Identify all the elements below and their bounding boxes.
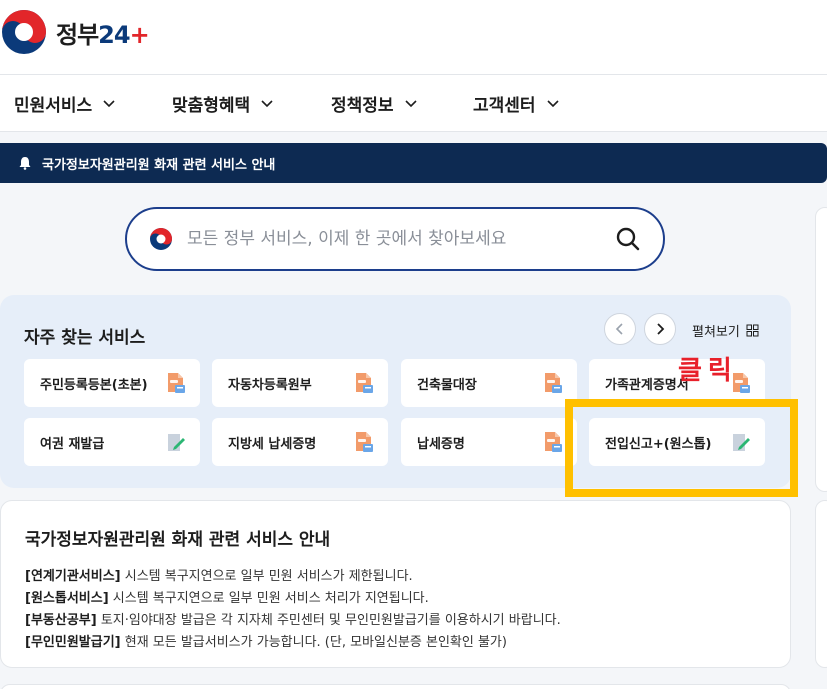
next-button[interactable]	[644, 313, 676, 345]
taegeuk-logo-icon	[2, 10, 46, 54]
notice-text: 현재 모든 발급서비스가 가능합니다. (단, 모바일신분증 본인확인 불가)	[120, 635, 507, 650]
chevron-down-icon	[103, 100, 115, 108]
header: 정부24+	[0, 0, 827, 74]
chevron-down-icon	[546, 100, 559, 108]
section-title: 자주 찾는 서비스	[24, 328, 146, 348]
service-card[interactable]: 건축물대장	[401, 359, 577, 407]
notice-text: 토지·임야대장 발급은 각 지자체 주민센터 및 무인민원발급기를 이용하시기 …	[96, 613, 561, 628]
notice-line: [연계기관서비스] 시스템 복구지연으로 일부 민원 서비스가 제한됩니다.	[25, 566, 766, 588]
expand-label: 펼쳐보기	[692, 325, 740, 340]
notice-bar-text: 국가정보자원관리원 화재 관련 서비스 안내	[42, 157, 276, 173]
pdf-doc-icon	[545, 373, 562, 393]
prev-button[interactable]	[604, 313, 636, 345]
chevron-left-icon	[615, 323, 623, 335]
service-label: 지방세 납세증명	[228, 436, 317, 452]
service-card[interactable]: 여권 재발급	[24, 418, 200, 466]
service-card[interactable]: 납세증명	[401, 418, 577, 466]
nav-item-label: 민원서비스	[14, 95, 93, 116]
nav-item-label: 맞춤형혜택	[172, 95, 251, 116]
logo[interactable]: 정부24+	[0, 8, 150, 56]
notice-text: 시스템 복구지연으로 일부 민원 서비스가 제한됩니다.	[120, 569, 413, 584]
service-label: 납세증명	[417, 436, 465, 452]
notice-bar[interactable]: 국가정보자원관리원 화재 관련 서비스 안내	[0, 143, 827, 183]
service-label: 가족관계증명서	[605, 377, 689, 393]
service-label: 건축물대장	[417, 377, 477, 393]
nav-item-policy-info[interactable]: 정책정보	[331, 75, 418, 131]
search-input[interactable]	[187, 229, 605, 249]
taegeuk-icon	[150, 228, 172, 250]
service-label: 자동차등록원부	[228, 377, 312, 393]
click-highlight-box	[565, 399, 798, 497]
notice-tag: [연계기관서비스]	[25, 569, 121, 584]
notice-tag: [부동산공부]	[25, 613, 97, 628]
nav-item-civil-service[interactable]: 민원서비스	[14, 75, 116, 131]
search-box	[125, 207, 665, 271]
notice-line: [원스톱서비스] 시스템 복구지연으로 일부 민원 서비스 처리가 지연됩니다.	[25, 588, 766, 610]
notice-line: [부동산공부] 토지·임야대장 발급은 각 지자체 주민센터 및 무인민원발급기…	[25, 610, 766, 632]
next-panel-edge	[0, 684, 791, 689]
logo-text: 정부24+	[56, 20, 150, 49]
chevron-down-icon	[261, 100, 273, 108]
notice-card-title: 국가정보자원관리원 화재 관련 서비스 안내	[25, 530, 331, 550]
main-nav: 민원서비스 맞춤형혜택 정책정보 고객센터	[0, 74, 827, 132]
chevron-down-icon	[404, 100, 417, 108]
pdf-doc-icon	[356, 373, 373, 393]
nav-item-label: 고객센터	[473, 95, 536, 116]
notice-card: 국가정보자원관리원 화재 관련 서비스 안내 [연계기관서비스] 시스템 복구지…	[0, 500, 791, 668]
pdf-doc-icon	[356, 432, 373, 452]
nav-item-customer-center[interactable]: 고객센터	[473, 75, 560, 131]
side-panel-edge	[815, 207, 827, 492]
service-label: 주민등록등본(초본)	[40, 377, 148, 393]
bell-icon	[19, 157, 31, 170]
nav-item-label: 정책정보	[331, 95, 394, 116]
service-label: 여권 재발급	[40, 436, 105, 452]
notice-text: 시스템 복구지연으로 일부 민원 서비스 처리가 지연됩니다.	[108, 591, 429, 606]
notice-tag: [원스톱서비스]	[25, 591, 109, 606]
nav-item-custom-benefit[interactable]: 맞춤형혜택	[172, 75, 274, 131]
chevron-right-icon	[657, 323, 665, 335]
pdf-doc-icon	[545, 432, 562, 452]
expand-button[interactable]: 펼쳐보기	[692, 321, 759, 340]
search-icon[interactable]	[615, 226, 641, 252]
click-annotation-label: 클릭	[678, 356, 738, 386]
pdf-doc-icon	[168, 373, 185, 393]
service-card[interactable]: 지방세 납세증명	[212, 418, 388, 466]
notice-line: [무인민원발급기] 현재 모든 발급서비스가 가능합니다. (단, 모바일신분증…	[25, 632, 766, 654]
side-panel-edge	[815, 500, 827, 668]
service-card[interactable]: 자동차등록원부	[212, 359, 388, 407]
notice-tag: [무인민원발급기]	[25, 635, 121, 650]
edit-doc-icon	[168, 434, 185, 451]
service-card[interactable]: 주민등록등본(초본)	[24, 359, 200, 407]
grid-icon	[746, 324, 759, 337]
